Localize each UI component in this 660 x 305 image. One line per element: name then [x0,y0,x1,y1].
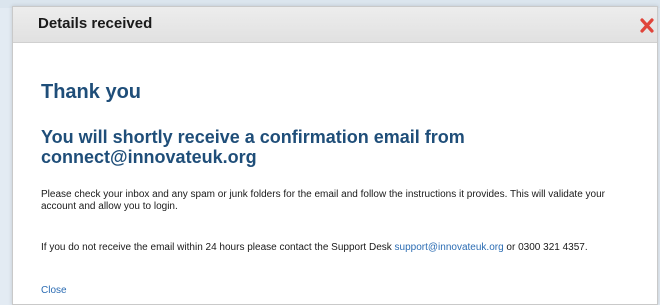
details-received-dialog: Details received Thank you You will shor… [12,6,658,305]
close-x-icon[interactable] [639,16,655,34]
dialog-titlebar: Details received [13,7,657,43]
instructions-paragraph: Please check your inbox and any spam or … [41,189,605,212]
close-link[interactable]: Close [41,285,67,296]
support-text-prefix: If you do not receive the email within 2… [41,242,395,253]
confirmation-subheading: You will shortly receive a confirmation … [41,127,465,167]
dialog-title: Details received [38,15,153,32]
support-email-link[interactable]: support@innovateuk.org [395,242,504,253]
support-paragraph: If you do not receive the email within 2… [41,242,641,254]
thank-you-heading: Thank you [41,81,142,103]
support-text-suffix: or 0300 321 4357. [503,242,588,253]
